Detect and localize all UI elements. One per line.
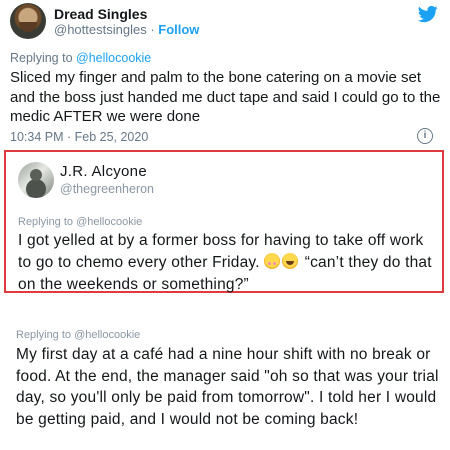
user-handle[interactable]: @hottestsingles — [54, 22, 147, 37]
flushed-face-icon — [264, 253, 281, 269]
follow-button[interactable]: Follow — [158, 22, 199, 37]
replying-to: Replying to @hellocookie — [16, 329, 141, 341]
tweet-text: I got yelled at by a former boss for hav… — [18, 230, 438, 296]
replying-prefix: Replying to — [10, 51, 77, 65]
tweet-timestamp[interactable]: 10:34 PM · Feb 25, 2020 — [10, 130, 148, 144]
twitter-bird-icon[interactable] — [417, 4, 439, 24]
separator: · — [146, 22, 159, 37]
tweet-card-1: Dread Singles @hottestsingles · Follow R… — [0, 0, 450, 150]
avatar[interactable] — [18, 162, 54, 198]
tweet-card-2: J.R. Alcyone @thegreenheron Replying to … — [4, 150, 444, 293]
tears-of-joy-icon — [282, 253, 299, 269]
replying-to: Replying to @hellocookie — [10, 51, 151, 65]
display-name[interactable]: Dread Singles — [54, 6, 147, 22]
replying-to: Replying to @hellocookie — [18, 216, 143, 228]
reply-mention-link[interactable]: @hellocookie — [76, 51, 151, 65]
user-handle[interactable]: @thegreenheron — [60, 182, 154, 196]
tweet-text: My first day at a café had a nine hour s… — [16, 346, 439, 428]
user-handle-line: @hottestsingles · Follow — [54, 22, 199, 37]
tweet-text: Sliced my finger and palm to the bone ca… — [10, 69, 441, 125]
display-name[interactable]: J.R. Alcyone — [60, 163, 147, 180]
tweet-card-3: Replying to @hellocookie My first day at… — [0, 300, 450, 450]
info-icon[interactable]: i — [417, 128, 433, 144]
avatar[interactable] — [10, 3, 46, 39]
